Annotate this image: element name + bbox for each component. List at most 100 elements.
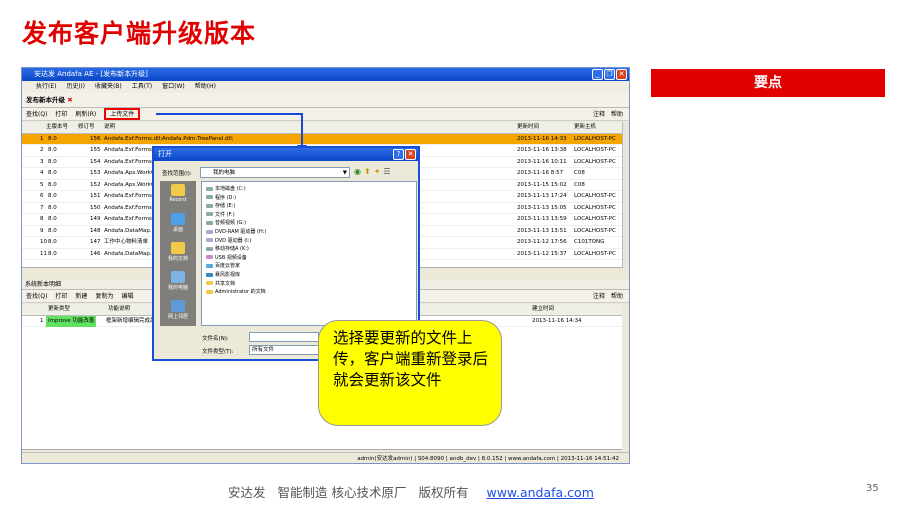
row-description: Andafa.Exf.Forms.dl (104, 193, 159, 199)
footer: 安达发 智能制造 核心技术原厂 版权所有 www.andafa.com (228, 482, 594, 501)
lookin-label: 查找范围(I): (162, 171, 192, 177)
file-item[interactable]: DVD 驱动器 (I:) (206, 237, 251, 244)
panel2-help-button[interactable]: 帮助 (611, 290, 623, 303)
row-revision: 155 (90, 147, 101, 153)
file-item-label: 本地磁盘 (C:) (215, 186, 246, 192)
tab-close-icon[interactable]: ✖ (67, 96, 72, 104)
row-update-time: 2013-11-16 10:11 (517, 158, 567, 165)
filetype-label: 文件类型(T): (202, 349, 234, 355)
app-title: 安达发 Andafa AE - [发布新本升级] (34, 70, 148, 78)
col-description[interactable]: 说明 (104, 122, 115, 133)
minimize-icon[interactable]: _ (592, 69, 603, 80)
col-update-host[interactable]: 更新主机 (574, 122, 596, 133)
table-row[interactable]: 1 8.0 156 Andafa.Exf.Forms.dll;Andafa.Pdm.T… (22, 133, 622, 145)
drive-icon (206, 229, 213, 234)
file-item[interactable]: 存储 (E:) (206, 202, 235, 209)
documents-icon (171, 242, 185, 254)
file-item[interactable]: DVD-RAM 驱动器 (H:) (206, 228, 266, 235)
row-update-host: C08 (574, 170, 585, 176)
menu-execute[interactable]: 执行(E) (36, 81, 56, 93)
file-item[interactable]: 音频视频 (G:) (206, 219, 246, 226)
dialog-close-icon[interactable]: ✕ (405, 149, 416, 160)
row-update-time: 2013-11-13 15:05 (517, 204, 567, 211)
row-index: 1 (40, 135, 44, 142)
keypoint-banner: 要点 (651, 69, 885, 97)
row-description: Andafa.DataMap.dll (104, 227, 159, 234)
view-menu-icon[interactable]: ☰ (383, 167, 390, 176)
file-item-label: USB 视频设备 (215, 254, 247, 261)
file-item[interactable]: Administrator 的文档 (206, 288, 266, 295)
panel2-print-button[interactable]: 打印 (55, 290, 67, 302)
col-update-time[interactable]: 更新时间 (517, 122, 539, 133)
file-item[interactable]: 暴风影视库 (206, 271, 240, 278)
place-recent[interactable]: Recent (160, 184, 196, 203)
file-item[interactable]: 共享文档 (206, 280, 235, 287)
document-tab[interactable]: 发布新本升级 ✖ (22, 93, 629, 108)
file-item-label: 共享文档 (215, 280, 236, 287)
panel2-note-button[interactable]: 注释 (593, 290, 605, 303)
place-documents[interactable]: 我的文档 (160, 242, 196, 262)
upload-file-button[interactable]: 上传文件 (104, 108, 141, 120)
callout-note: 选择要更新的文件上传，客户端重新登录后就会更新该文件 (318, 320, 502, 426)
filename-input[interactable] (249, 332, 319, 342)
file-item-label: 暴风影视库 (215, 272, 241, 278)
filetype-select[interactable]: 所有文件 (249, 345, 319, 355)
note-button[interactable]: 注释 (593, 108, 605, 121)
dialog-nav: ◉ ⬆ ✦ ☰ (354, 167, 391, 176)
dialog-title: 打开 (158, 150, 172, 158)
row-major-version: 8.0 (48, 181, 57, 188)
file-item[interactable]: 百度云管家 (206, 262, 240, 269)
panel2-tab-label: 系统新本明细 (25, 281, 62, 288)
refresh-button[interactable]: 刷新(R) (75, 108, 96, 120)
file-item[interactable]: 本地磁盘 (C:) (206, 185, 246, 192)
menu-help[interactable]: 帮助(H) (195, 81, 216, 93)
col-update-type[interactable]: 更新类型 (48, 304, 70, 315)
help-button[interactable]: 帮助 (611, 108, 623, 121)
file-item[interactable]: 文件 (F:) (206, 211, 235, 218)
row-update-host: LOCALHOST-PC (574, 216, 616, 222)
file-item[interactable]: 程序 (D:) (206, 194, 236, 201)
col-feature[interactable]: 功能说明 (108, 304, 130, 315)
row-update-host: C08 (574, 181, 585, 188)
col-major-version[interactable]: 主版本号 (46, 122, 68, 133)
panel2-copy-button[interactable]: 复制为 (95, 290, 113, 302)
panel2-new-button[interactable]: 新建 (75, 290, 87, 302)
menu-favorites[interactable]: 收藏夹(B) (95, 81, 122, 93)
close-icon[interactable]: ✕ (616, 69, 627, 80)
new-folder-icon[interactable]: ✦ (374, 167, 381, 176)
back-icon[interactable]: ◉ (354, 167, 361, 176)
search-button[interactable]: 查找(Q) (26, 108, 47, 120)
place-desktop[interactable]: 桌面 (160, 213, 196, 233)
drive-icon (206, 289, 213, 294)
restore-icon[interactable]: ❐ (604, 69, 615, 80)
lookin-select[interactable]: 我的电脑 ▼ (200, 167, 350, 178)
status-version: 8.0.152 (481, 456, 503, 462)
menu-history[interactable]: 历史(I) (66, 81, 84, 93)
file-item[interactable]: 移动存储A (K:) (206, 245, 249, 252)
file-item-label: Administrator 的文档 (215, 289, 266, 296)
app-titlebar: 安达发 Andafa AE - [发布新本升级] _ ❐ ✕ (22, 68, 629, 81)
dialog-help-icon[interactable]: ? (393, 149, 404, 160)
place-network[interactable]: 网上邻居 (160, 300, 196, 320)
col-created[interactable]: 建立时间 (532, 304, 554, 315)
row-update-host: LOCALHOST-PC (574, 193, 616, 199)
file-item-label: 程序 (D:) (215, 194, 237, 201)
col-revision[interactable]: 修订号 (78, 122, 95, 133)
menu-tools[interactable]: 工具(T) (132, 81, 152, 93)
file-item[interactable]: USB 视频设备 (206, 254, 247, 261)
row-major-version: 8.0 (48, 158, 57, 165)
status-time: 2013-11-16 14:51:42 (560, 456, 619, 462)
place-desktop-label: 桌面 (172, 227, 183, 233)
menu-window[interactable]: 窗口(W) (162, 81, 185, 93)
panel2-search-button[interactable]: 查找(Q) (26, 290, 47, 302)
up-folder-icon[interactable]: ⬆ (364, 167, 371, 176)
print-button[interactable]: 打印 (55, 108, 67, 120)
row-major-version: 8.0 (48, 147, 57, 153)
footer-rights: 版权所有 (418, 485, 469, 500)
row-update-time: 2013-11-12 17:56 (517, 239, 567, 245)
place-computer[interactable]: 我的电脑 (160, 271, 196, 291)
grid-scrollbar[interactable] (622, 122, 629, 268)
footer-link[interactable]: www.andafa.com (486, 485, 593, 500)
row-revision: 148 (90, 227, 101, 234)
panel2-edit-button[interactable]: 编辑 (121, 290, 133, 302)
